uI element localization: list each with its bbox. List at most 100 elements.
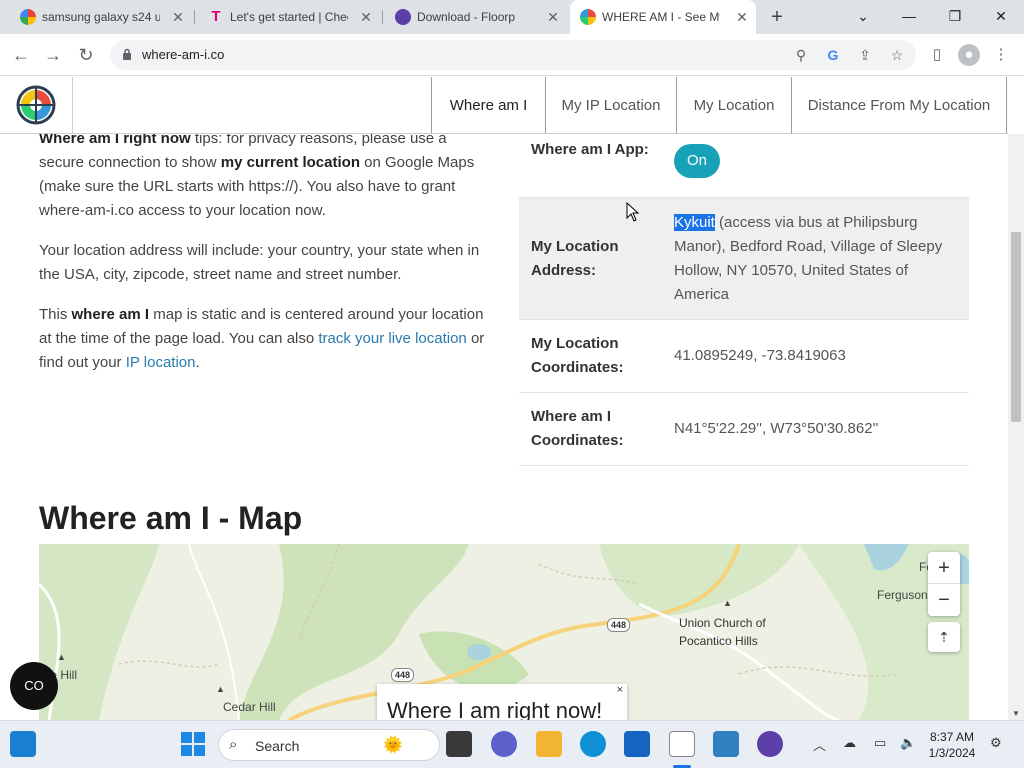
search-highlight-icon: 🌞 — [383, 737, 403, 754]
back-icon[interactable]: ← — [9, 43, 33, 67]
scrollbar-thumb[interactable] — [1011, 232, 1021, 422]
nav-my-location[interactable]: My Location — [676, 77, 791, 133]
reader-mode-button[interactable]: CO — [10, 662, 58, 710]
volume-icon[interactable]: 🔈 — [900, 735, 916, 751]
reload-icon[interactable]: ↻ — [74, 43, 98, 67]
floorp-icon — [395, 9, 411, 25]
tab-separator — [382, 10, 383, 24]
map-zoom-control: + − — [928, 552, 960, 616]
paragraph-text: This — [39, 306, 72, 323]
tab-close-icon[interactable]: ✕ — [170, 9, 186, 25]
new-tab-icon[interactable]: + — [766, 6, 788, 28]
dms-label: Where am I Coordinates: — [531, 408, 624, 449]
browser-tab-strip: samsung galaxy s24 ult ✕ T Let's get sta… — [0, 0, 1024, 34]
mouse-cursor-icon — [626, 202, 640, 222]
floorp-taskbar-icon[interactable] — [757, 731, 783, 757]
peak-marker-icon: ▲ — [216, 684, 225, 694]
app-toggle[interactable]: On — [674, 144, 720, 178]
coordinates-value: 41.0895249, -73.8419063 — [674, 347, 846, 364]
menu-kebab-icon[interactable]: ⋮ — [990, 44, 1012, 66]
paragraph-bold: where am I — [71, 306, 150, 323]
site-logo-icon[interactable] — [16, 85, 56, 125]
location-map[interactable]: 448 448 Union Church of Pocantico Hills … — [39, 544, 969, 720]
nav-my-ip-location[interactable]: My IP Location — [545, 77, 676, 133]
search-label: Search — [255, 738, 300, 754]
page-content: Where am I right now tips: for privacy r… — [0, 134, 1008, 720]
intro-paragraph: Where am I right now tips: for privacy r… — [39, 134, 491, 223]
map-info-paragraph: This where am I map is static and is cen… — [39, 303, 491, 375]
minimize-icon[interactable]: — — [895, 4, 923, 28]
tab-close-icon[interactable]: ✕ — [358, 9, 374, 25]
task-view-icon[interactable] — [446, 731, 472, 757]
address-value: Kykuit (access via bus at Philipsburg Ma… — [674, 211, 959, 307]
start-icon[interactable] — [180, 731, 206, 757]
tab-search-icon[interactable]: ⌄ — [849, 4, 877, 28]
taskbar-clock[interactable]: 8:37 AM 1/3/2024 — [922, 729, 982, 761]
popup-text: Where I am right now! — [387, 698, 603, 720]
app-label: Where am I App: — [531, 141, 649, 158]
nav-where-am-i[interactable]: Where am I — [431, 77, 545, 133]
photos-icon[interactable] — [713, 731, 739, 757]
notifications-icon[interactable]: ⚙ — [990, 735, 1002, 751]
scroll-down-icon[interactable]: ▼ — [1012, 709, 1020, 718]
address-info-paragraph: Your location address will include: your… — [39, 242, 480, 283]
route-448-shield: 448 — [391, 668, 415, 682]
dms-row: Where am I Coordinates: N41°5'22.29'', W… — [519, 393, 969, 466]
address-text: (access via bus at Philipsburg Manor), B… — [674, 214, 943, 303]
map-info-popup: Where I am right now! × — [377, 684, 627, 720]
zoom-in-button[interactable]: + — [928, 552, 960, 584]
browser-tab[interactable]: Download - Floorp ✕ — [395, 0, 567, 34]
display-icon[interactable]: ▭ — [874, 735, 886, 751]
chat-icon[interactable] — [491, 731, 517, 757]
side-panel-icon[interactable]: ▯ — [926, 44, 948, 66]
edge-icon[interactable] — [580, 731, 606, 757]
coordinates-label: My Location Coordinates: — [531, 335, 624, 376]
tab-close-icon[interactable]: ✕ — [734, 9, 750, 25]
tab-separator — [194, 10, 195, 24]
notepad-icon[interactable] — [669, 731, 695, 757]
google-lens-icon[interactable]: G — [824, 46, 842, 64]
map-label-church: Union Church of Pocantico Hills — [679, 616, 766, 648]
map-heading: Where am I - Map — [39, 500, 303, 536]
browser-tab[interactable]: samsung galaxy s24 ult ✕ — [20, 0, 192, 34]
google-icon — [20, 9, 36, 25]
forward-icon[interactable]: → — [41, 43, 65, 67]
nav-distance-from-my-location[interactable]: Distance From My Location — [791, 77, 1007, 133]
header-divider — [72, 77, 73, 133]
tray-overflow-icon[interactable]: ︿ — [813, 735, 826, 754]
zoom-out-button[interactable]: − — [928, 584, 960, 616]
url-text: where-am-i.co — [142, 47, 225, 62]
tab-close-icon[interactable]: ✕ — [545, 9, 561, 25]
location-pin-icon[interactable]: ⚲ — [792, 46, 810, 64]
browser-tab-active[interactable]: WHERE AM I - See My ✕ — [570, 0, 756, 34]
windows-taskbar: ⌕ Search 🌞 ︿ ☁ ▭ 🔈 8:37 AM 1/3/2024 ⚙ — [0, 720, 1024, 768]
lock-icon — [123, 48, 131, 60]
intro-bold: Where am I right now — [39, 134, 191, 147]
ip-location-link[interactable]: IP location — [126, 354, 196, 371]
track-live-location-link[interactable]: track your live location — [318, 330, 466, 347]
address-bar[interactable]: where-am-i.co ⚲ G ⇪ ☆ — [110, 40, 916, 70]
app-row: Where am I App: On — [519, 134, 969, 198]
coordinates-row: My Location Coordinates: 41.0895249, -73… — [519, 320, 969, 393]
compass-icon[interactable]: ⇡ — [928, 622, 960, 652]
map-label-ferguson: Ferguson — [877, 588, 928, 602]
clock-time: 8:37 AM — [929, 730, 975, 744]
close-window-icon[interactable]: ✕ — [987, 4, 1015, 28]
store-icon[interactable] — [624, 731, 650, 757]
file-explorer-icon[interactable] — [536, 731, 562, 757]
browser-tab[interactable]: T Let's get started | Chec ✕ — [208, 0, 380, 34]
widgets-icon[interactable] — [10, 731, 36, 757]
bookmark-star-icon[interactable]: ☆ — [888, 46, 906, 64]
browser-toolbar: ← → ↻ where-am-i.co ⚲ G ⇪ ☆ ▯ ● ⋮ — [0, 34, 1024, 76]
popup-close-icon[interactable]: × — [617, 684, 623, 696]
network-icon[interactable]: ☁ — [843, 735, 856, 751]
restore-icon[interactable]: ❐ — [941, 4, 969, 28]
address-label: My Location Address: — [531, 238, 619, 279]
share-icon[interactable]: ⇪ — [856, 46, 874, 64]
church-marker-icon: ▲ — [723, 598, 732, 608]
profile-avatar-icon[interactable]: ● — [958, 44, 980, 66]
page-scrollbar[interactable]: ▼ — [1008, 134, 1024, 720]
where-am-i-icon — [580, 9, 596, 25]
paragraph-text: . — [195, 354, 200, 371]
taskbar-search[interactable]: ⌕ Search 🌞 — [218, 729, 440, 761]
